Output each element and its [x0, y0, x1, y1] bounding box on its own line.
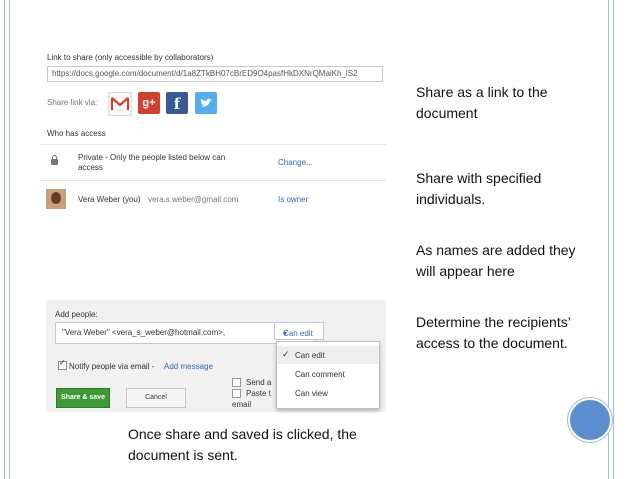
- share-and-save-button[interactable]: Share & save: [56, 388, 110, 408]
- menu-item-can-comment[interactable]: Can comment: [277, 365, 379, 383]
- recipient-value: "Vera Weber" <vera_s_weber@hotmail.com>,: [62, 328, 226, 337]
- facebook-icon[interactable]: f: [166, 92, 188, 114]
- link-to-share-label: Link to share (only accessible by collab…: [47, 53, 214, 62]
- paste-label: Paste t: [246, 389, 271, 398]
- email-label: email: [232, 400, 252, 409]
- menu-item-can-view[interactable]: Can view: [277, 384, 379, 402]
- owner-email: vera.s.weber@gmail.com: [148, 195, 239, 204]
- share-url-text: https://docs.google.com/document/d/1a8ZT…: [52, 69, 358, 78]
- note-share-link: Share as a link to the document: [416, 84, 548, 121]
- decorative-circle: [568, 398, 612, 442]
- permission-menu: ✓ Can edit Can comment Can view: [276, 341, 380, 409]
- change-access-link[interactable]: Change...: [278, 158, 313, 167]
- notify-label: Notify people via email -: [69, 362, 155, 371]
- checkmark-icon: ✓: [282, 349, 290, 359]
- avatar: [46, 189, 66, 209]
- menu-item-label: Can view: [295, 389, 328, 398]
- cancel-button[interactable]: Cancel: [126, 388, 186, 408]
- note-names-added: As names are added they will appear here: [416, 242, 576, 279]
- google-plus-icon[interactable]: g+: [138, 92, 160, 114]
- add-people-label: Add people:: [55, 310, 98, 319]
- note-share-and-save: Once share and saved is clicked, the doc…: [128, 426, 357, 463]
- notify-checkbox[interactable]: [58, 358, 67, 370]
- who-has-access-label: Who has access: [47, 129, 106, 138]
- twitter-icon[interactable]: [195, 92, 217, 114]
- menu-item-label: Can edit: [295, 351, 325, 360]
- chevron-down-icon: ▾: [283, 329, 288, 338]
- slide-border-left: [4, 0, 10, 479]
- note-share-individuals: Share with specified individuals.: [416, 170, 542, 207]
- slide-border-right: [608, 0, 614, 479]
- menu-item-label: Can comment: [295, 370, 345, 379]
- add-message-link[interactable]: Add message: [164, 362, 213, 371]
- paste-checkbox[interactable]: [232, 389, 241, 398]
- owner-role: Is owner: [278, 195, 309, 204]
- slide: Link to share (only accessible by collab…: [0, 0, 638, 479]
- owner-name: Vera Weber (you): [78, 195, 141, 204]
- private-description-line2: access: [78, 163, 103, 172]
- permission-dropdown[interactable]: Can edit ▾: [274, 322, 324, 340]
- menu-item-can-edit[interactable]: ✓ Can edit: [277, 346, 379, 364]
- access-row-owner: Vera Weber (you) vera.s.weber@gmail.com …: [40, 180, 386, 215]
- private-description: Private - Only the people listed below c…: [78, 153, 226, 162]
- share-settings-panel: Link to share (only accessible by collab…: [40, 46, 386, 214]
- send-copy-label: Send a: [246, 378, 272, 387]
- send-copy-checkbox[interactable]: [232, 378, 241, 387]
- note-recipients-access: Determine the recipients’ access to the …: [416, 314, 571, 351]
- permission-value: Can edit: [283, 329, 313, 338]
- access-row-private: Private - Only the people listed below c…: [40, 144, 386, 181]
- gmail-icon[interactable]: [108, 92, 132, 116]
- share-url-field[interactable]: https://docs.google.com/document/d/1a8ZT…: [47, 66, 383, 82]
- share-link-via-label: Share link via:: [47, 98, 98, 107]
- lock-icon: [51, 155, 58, 165]
